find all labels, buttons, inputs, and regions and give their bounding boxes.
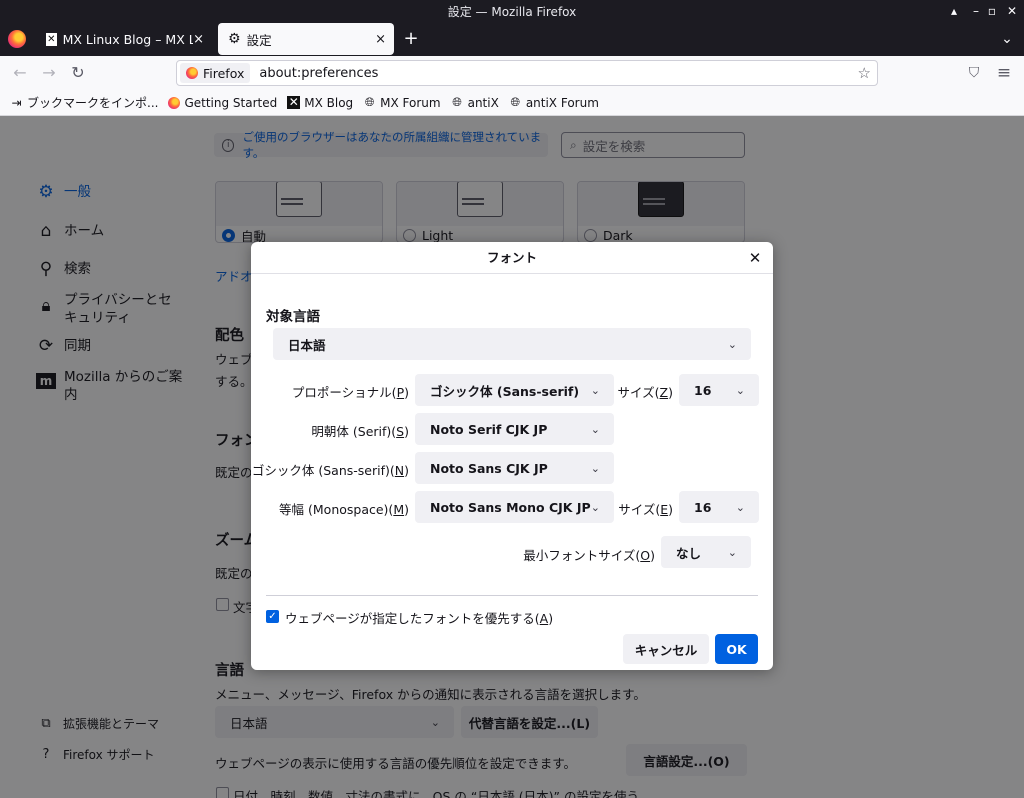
chevron-down-icon: ⌄ xyxy=(590,500,600,514)
navigation-toolbar: ← → ↻ Firefox about:preferences ☆ ⛉ ≡ xyxy=(0,56,1024,90)
reload-button[interactable]: ↻ xyxy=(66,62,90,84)
tab-close-button[interactable]: × xyxy=(375,32,386,47)
monospace-font-select[interactable]: Noto Sans Mono CJK JP ⌄ xyxy=(415,491,614,523)
pocket-button[interactable]: ⛉ xyxy=(962,62,986,84)
bookmark-label: Getting Started xyxy=(184,95,278,110)
minimum-font-size-value: なし xyxy=(676,545,702,561)
bookmark-mx-blog[interactable]: ✕ MX Blog xyxy=(287,96,353,110)
chevron-down-icon: ⌄ xyxy=(735,383,745,397)
identity-box[interactable]: Firefox xyxy=(180,63,251,83)
chevron-down-icon: ⌄ xyxy=(727,337,737,351)
window-close-button[interactable]: ✕ xyxy=(1002,3,1022,19)
bookmark-getting-started[interactable]: Getting Started xyxy=(168,96,277,110)
bookmark-star-icon[interactable]: ☆ xyxy=(858,64,871,82)
list-all-tabs-button[interactable]: ⌄ xyxy=(996,28,1018,50)
dialog-close-button[interactable]: ✕ xyxy=(745,248,765,268)
ok-button[interactable]: OK xyxy=(715,634,758,664)
serif-font-select[interactable]: Noto Serif CJK JP ⌄ xyxy=(415,413,614,445)
back-button[interactable]: ← xyxy=(8,62,32,84)
bookmark-import[interactable]: ⇥ ブックマークをインポ... xyxy=(10,94,158,111)
globe-icon: 🌐︎ xyxy=(452,95,462,109)
tab-label: 設定 xyxy=(246,32,272,48)
tab-mx-linux-blog[interactable]: ✕ MX Linux Blog – MX Linux × xyxy=(36,23,212,55)
monospace-font-value: Noto Sans Mono CJK JP xyxy=(430,499,591,515)
chevron-down-icon: ⌄ xyxy=(590,422,600,436)
globe-icon: 🌐︎ xyxy=(364,95,375,109)
bookmark-mx-forum[interactable]: 🌐︎ MX Forum xyxy=(363,95,441,110)
sans-serif-font-value: Noto Sans CJK JP xyxy=(430,460,548,476)
monospace-label: 等幅 (Monospace)(M) xyxy=(279,502,409,517)
fonts-dialog: フォント ✕ 対象言語 日本語 ⌄ プロポーショナル(P) ゴシック体 (San… xyxy=(251,242,773,670)
identity-label: Firefox xyxy=(203,65,245,81)
app-menu-button[interactable]: ≡ xyxy=(992,62,1016,84)
serif-font-value: Noto Serif CJK JP xyxy=(430,421,548,437)
tab-close-button[interactable]: × xyxy=(193,32,204,47)
new-tab-button[interactable]: + xyxy=(400,28,422,50)
bookmark-label: MX Blog xyxy=(304,95,354,110)
minimum-font-size-label: 最小フォントサイズ(O) xyxy=(523,548,655,563)
url-text[interactable]: about:preferences xyxy=(259,66,378,81)
proportional-font-value: ゴシック体 (Sans-serif) xyxy=(430,383,580,399)
monospace-size-label: サイズ(E) xyxy=(618,502,673,517)
fonts-language-select[interactable]: 日本語 ⌄ xyxy=(273,328,751,360)
size-label: サイズ(Z) xyxy=(617,385,673,400)
bookmark-label: antiX Forum xyxy=(525,95,599,110)
bookmark-label: MX Forum xyxy=(380,95,441,110)
chevron-down-icon: ⌄ xyxy=(590,383,600,397)
mx-linux-icon: ✕ xyxy=(46,32,57,46)
window-keep-above-button[interactable]: ▴ xyxy=(944,3,964,19)
gear-icon: ⚙ xyxy=(228,31,241,47)
monospace-size-select[interactable]: 16 ⌄ xyxy=(679,491,759,523)
mx-linux-icon: ✕ xyxy=(287,95,301,109)
bookmark-label: ブックマークをインポ... xyxy=(27,96,159,110)
chevron-down-icon: ⌄ xyxy=(590,461,600,475)
fonts-language-value: 日本語 xyxy=(288,337,326,353)
bookmark-label: antiX xyxy=(467,95,499,110)
bookmark-antix[interactable]: 🌐︎ antiX xyxy=(451,95,499,110)
chevron-down-icon: ⌄ xyxy=(735,500,745,514)
proportional-label: プロポーショナル(P) xyxy=(291,385,409,400)
allow-page-fonts-label: ウェブページが指定したフォントを優先する(A) xyxy=(285,611,554,626)
monospace-size-value: 16 xyxy=(694,499,712,515)
window-maximize-button[interactable]: ▫ xyxy=(982,3,1002,19)
proportional-font-select[interactable]: ゴシック体 (Sans-serif) ⌄ xyxy=(415,374,614,406)
bookmarks-toolbar: ⇥ ブックマークをインポ... Getting Started ✕ MX Blo… xyxy=(0,90,1024,116)
dialog-title: フォント xyxy=(251,242,773,274)
window-title: 設定 — Mozilla Firefox xyxy=(447,5,577,19)
window-titlebar: 設定 — Mozilla Firefox ▴ – ▫ ✕ ✕ MX Linux … xyxy=(0,0,1024,56)
forward-button[interactable]: → xyxy=(37,62,61,84)
sans-serif-label: ゴシック体 (Sans-serif)(N) xyxy=(251,463,409,478)
firefox-logo-icon[interactable] xyxy=(8,30,26,48)
divider xyxy=(266,595,758,596)
firefox-icon xyxy=(186,67,198,79)
tab-settings[interactable]: ⚙ 設定 × xyxy=(218,23,394,55)
url-bar[interactable]: Firefox about:preferences ☆ xyxy=(176,60,878,86)
sans-serif-font-select[interactable]: Noto Sans CJK JP ⌄ xyxy=(415,452,614,484)
bookmark-antix-forum[interactable]: 🌐︎ antiX Forum xyxy=(509,95,599,110)
proportional-size-value: 16 xyxy=(694,382,712,398)
proportional-size-select[interactable]: 16 ⌄ xyxy=(679,374,759,406)
chevron-down-icon: ⌄ xyxy=(727,545,737,559)
allow-page-fonts-checkbox[interactable]: ✓ xyxy=(266,610,279,623)
fonts-for-language-label: 対象言語 xyxy=(266,309,320,325)
cancel-button[interactable]: キャンセル xyxy=(623,634,709,664)
tab-label: MX Linux Blog – MX Linux xyxy=(62,31,194,47)
minimum-font-size-select[interactable]: なし ⌄ xyxy=(661,536,751,568)
serif-label: 明朝体 (Serif)(S) xyxy=(311,424,409,439)
import-icon: ⇥ xyxy=(11,95,22,110)
firefox-icon xyxy=(168,96,181,109)
globe-icon: 🌐︎ xyxy=(510,95,521,109)
